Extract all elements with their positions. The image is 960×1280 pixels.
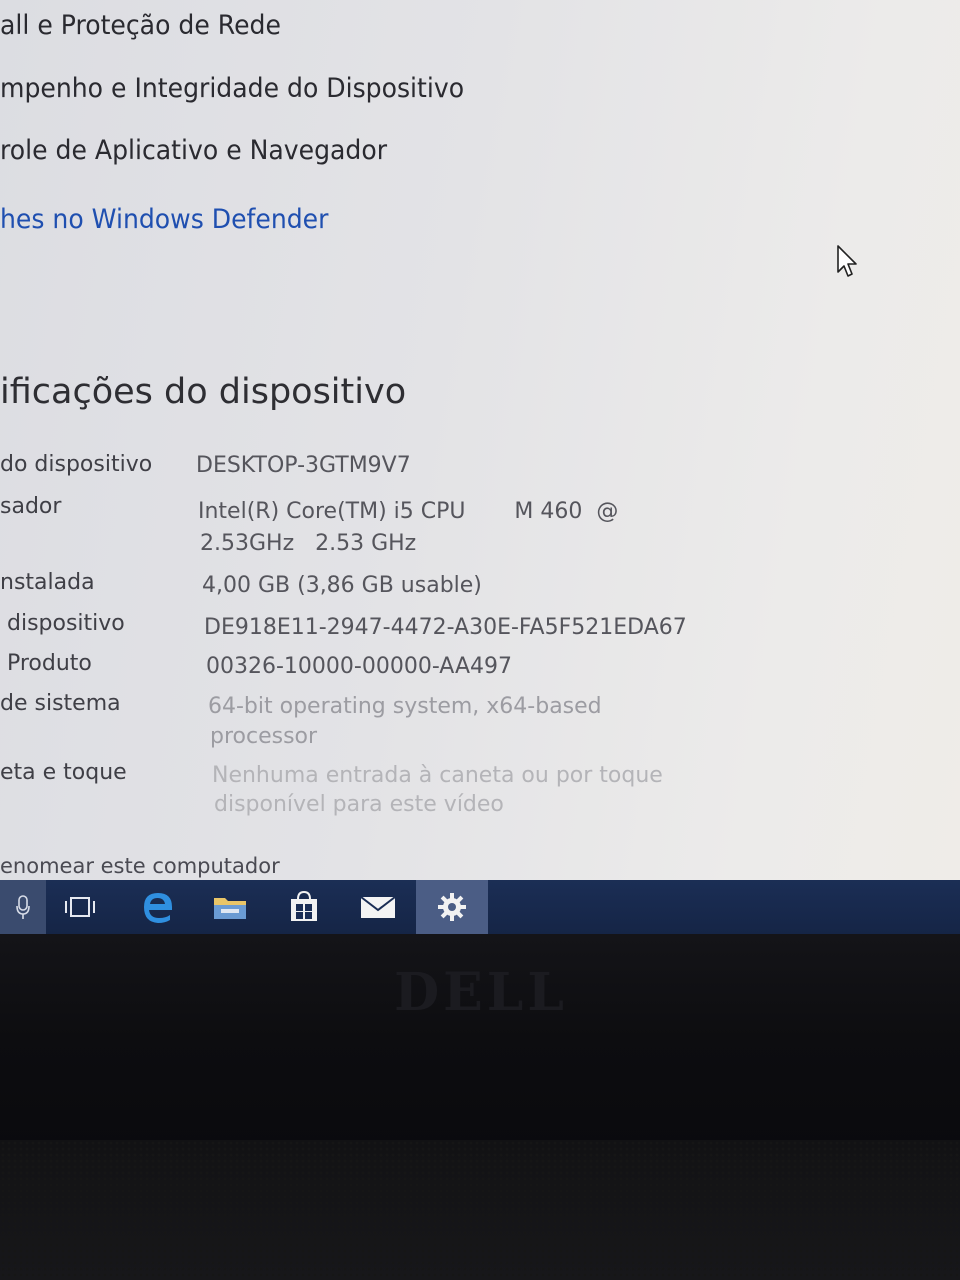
spec-value-system-type-line2: processor: [210, 724, 318, 749]
device-specs-heading: ificações do dispositivo: [0, 372, 407, 412]
spec-value-processor-line2: 2.53GHz 2.53 GHz: [200, 531, 417, 556]
mouse-cursor-icon: [836, 244, 862, 284]
settings-icon: [438, 893, 466, 921]
laptop-bezel-texture: [0, 1140, 960, 1280]
firewall-link[interactable]: all e Proteção de Rede: [0, 10, 281, 41]
task-view-button[interactable]: [48, 880, 112, 934]
settings-window: all e Proteção de Rede mpenho e Integrid…: [0, 0, 960, 882]
edge-button[interactable]: [126, 880, 190, 934]
store-icon: [291, 890, 317, 921]
task-view-icon: [65, 897, 95, 917]
spec-label-device-id: dispositivo: [0, 611, 125, 636]
spec-label-device-name: do dispositivo: [0, 452, 153, 477]
settings-taskbar-button[interactable]: [416, 880, 488, 934]
spec-label-processor: sador: [0, 494, 62, 519]
app-browser-control-link[interactable]: role de Aplicativo e Navegador: [0, 135, 387, 166]
spec-value-device-id: DE918E11-2947-4472-A30E-FA5F521EDA67: [204, 615, 687, 640]
spec-value-product-id: 00326-10000-00000-AA497: [206, 654, 512, 679]
spec-value-processor-line1: Intel(R) Core(TM) i5 CPU M 460 @: [198, 499, 619, 524]
file-explorer-button[interactable]: [198, 880, 262, 934]
spec-value-ram: 4,00 GB (3,86 GB usable): [202, 573, 482, 598]
rename-pc-link[interactable]: enomear este computador: [0, 854, 280, 878]
spec-label-product-id: Produto: [0, 651, 92, 676]
device-performance-link[interactable]: mpenho e Integridade do Dispositivo: [0, 73, 464, 104]
microphone-icon: [16, 895, 30, 919]
store-button[interactable]: [272, 880, 336, 934]
taskbar: [0, 880, 960, 934]
spec-label-pen-touch: eta e toque: [0, 760, 127, 785]
edge-icon: [144, 893, 172, 923]
spec-value-device-name: DESKTOP-3GTM9V7: [196, 453, 411, 478]
spec-label-system-type: de sistema: [0, 691, 121, 716]
defender-details-link[interactable]: hes no Windows Defender: [0, 204, 328, 235]
mail-icon: [360, 896, 396, 918]
mail-button[interactable]: [346, 880, 410, 934]
spec-label-ram: nstalada: [0, 570, 95, 595]
spec-value-pen-touch-line1: Nenhuma entrada à caneta ou por toque: [212, 763, 663, 788]
cortana-button[interactable]: [0, 880, 46, 934]
spec-value-pen-touch-line2: disponível para este vídeo: [214, 792, 504, 817]
dell-logo: DELL: [394, 961, 568, 1023]
file-explorer-icon: [214, 898, 246, 919]
spec-value-system-type-line1: 64-bit operating system, x64-based: [208, 694, 602, 719]
